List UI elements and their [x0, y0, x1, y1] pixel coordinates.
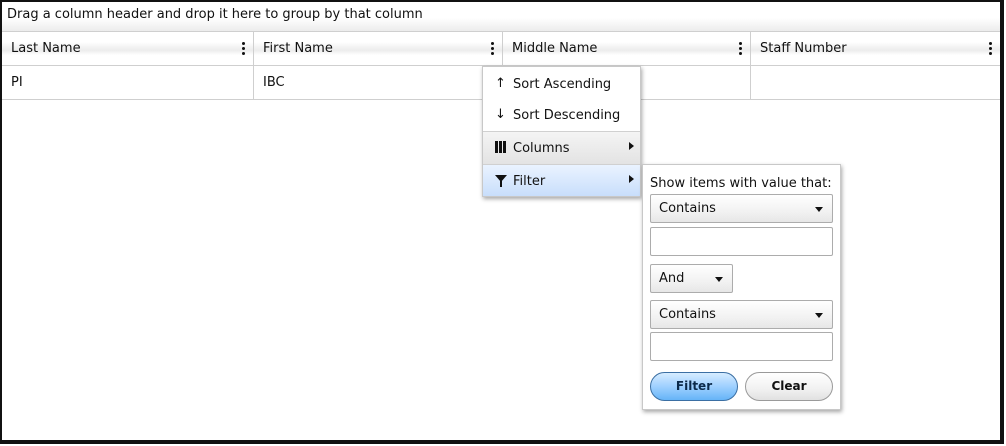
- filter-logic-select[interactable]: And: [650, 264, 733, 293]
- filter-button[interactable]: Filter: [650, 372, 738, 401]
- column-menu-kebab-icon[interactable]: [739, 42, 743, 56]
- grid-window: Drag a column header and drop it here to…: [0, 0, 1004, 444]
- menu-item-filter[interactable]: Filter: [483, 164, 640, 196]
- menu-item-columns[interactable]: Columns: [483, 131, 640, 164]
- filter-panel-title: Show items with value that:: [650, 176, 832, 191]
- menu-item-sort-ascending[interactable]: ↑ Sort Ascending: [483, 69, 640, 100]
- column-menu-kebab-icon[interactable]: [491, 42, 495, 56]
- filter-operator-1-select[interactable]: Contains: [650, 194, 833, 223]
- cell-last-name[interactable]: PI: [2, 66, 254, 99]
- dropdown-caret-icon: [815, 313, 823, 318]
- column-header-row: Last Name First Name Middle Name Staff N…: [2, 32, 1000, 66]
- column-header-label: First Name: [263, 41, 333, 56]
- filter-operator-2-value: Contains: [659, 307, 716, 322]
- cell-first-name[interactable]: IBC: [254, 66, 503, 99]
- filter-logic-value: And: [659, 271, 685, 286]
- columns-icon: [495, 141, 507, 153]
- arrow-down-icon: ↓: [495, 107, 506, 122]
- filter-operator-1-value: Contains: [659, 201, 716, 216]
- submenu-arrow-icon: [629, 142, 634, 150]
- menu-item-label: Filter: [513, 174, 546, 189]
- column-header-middle-name[interactable]: Middle Name: [503, 32, 751, 65]
- submenu-arrow-icon: [629, 175, 634, 183]
- column-header-last-name[interactable]: Last Name: [2, 32, 254, 65]
- column-context-menu: ↑ Sort Ascending ↓ Sort Descending Colum…: [482, 66, 641, 197]
- column-header-label: Middle Name: [512, 41, 598, 56]
- column-header-staff-number[interactable]: Staff Number: [751, 32, 1000, 65]
- filter-value-2-input[interactable]: [650, 332, 833, 361]
- menu-item-label: Columns: [513, 141, 570, 156]
- column-menu-kebab-icon[interactable]: [242, 42, 246, 56]
- group-by-panel[interactable]: Drag a column header and drop it here to…: [2, 2, 1000, 32]
- column-header-label: Last Name: [11, 41, 81, 56]
- group-by-hint: Drag a column header and drop it here to…: [7, 7, 423, 22]
- column-menu-kebab-icon[interactable]: [989, 42, 993, 56]
- arrow-up-icon: ↑: [495, 76, 506, 91]
- column-header-label: Staff Number: [760, 41, 847, 56]
- clear-button[interactable]: Clear: [745, 372, 833, 401]
- cell-staff-number[interactable]: [751, 66, 1000, 99]
- filter-panel: Show items with value that: Contains And…: [642, 164, 841, 410]
- column-header-first-name[interactable]: First Name: [254, 32, 503, 65]
- filter-value-1-input[interactable]: [650, 227, 833, 256]
- menu-item-sort-descending[interactable]: ↓ Sort Descending: [483, 100, 640, 131]
- menu-item-label: Sort Descending: [513, 108, 621, 123]
- filter-operator-2-select[interactable]: Contains: [650, 300, 833, 329]
- menu-item-label: Sort Ascending: [513, 77, 612, 92]
- dropdown-caret-icon: [815, 207, 823, 212]
- dropdown-caret-icon: [715, 277, 723, 282]
